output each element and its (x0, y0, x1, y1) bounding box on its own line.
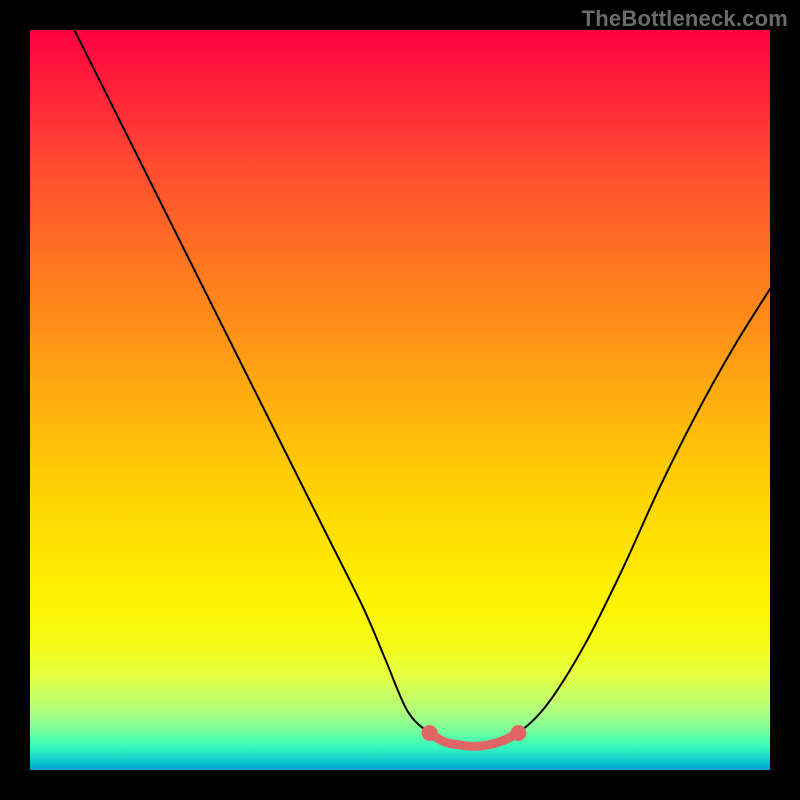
watermark-text: TheBottleneck.com (582, 6, 788, 32)
optimal-range-line (430, 733, 519, 746)
chart-frame: TheBottleneck.com (0, 0, 800, 800)
chart-svg (30, 30, 770, 770)
bottleneck-curve (74, 30, 770, 746)
optimal-range-start-dot (422, 725, 438, 741)
optimal-range-end-dot (510, 725, 526, 741)
plot-area (30, 30, 770, 770)
